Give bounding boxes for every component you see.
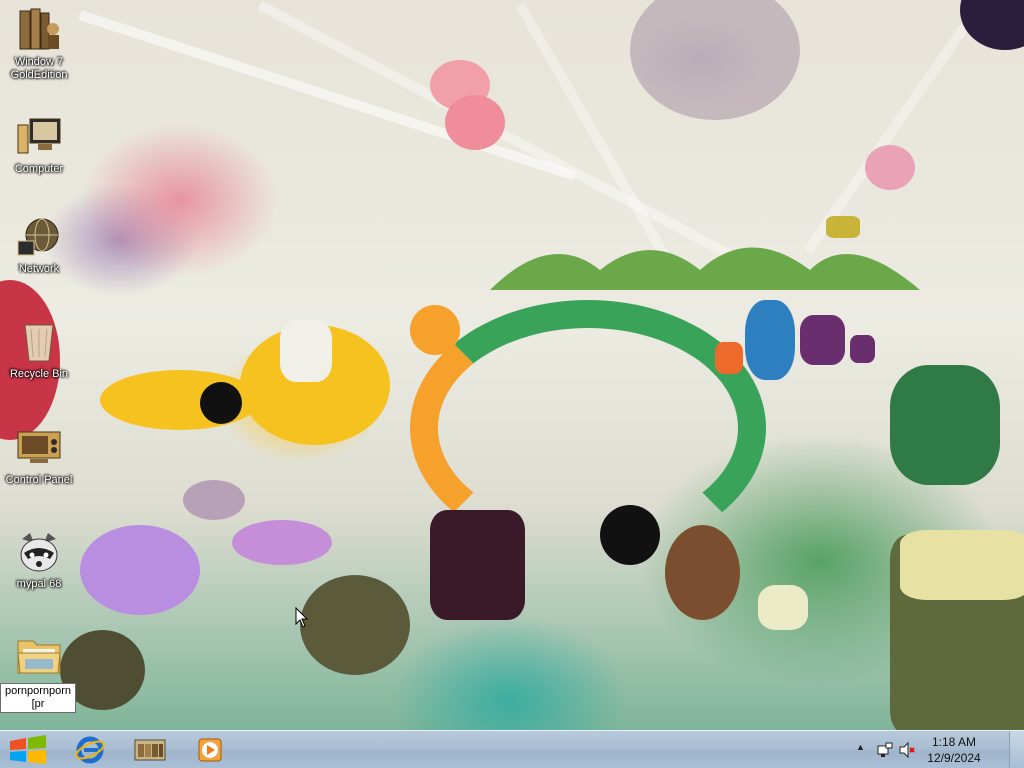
network-status-icon[interactable] (876, 741, 894, 759)
books-icon (15, 6, 63, 54)
desktop-icon-label: Computer (14, 163, 64, 175)
rename-input[interactable]: pornpornporn[pr (0, 683, 76, 713)
internet-explorer-icon (75, 736, 105, 764)
raccoon-icon (15, 528, 63, 576)
desktop-icon-label: Window 7 GoldEdition (10, 56, 68, 81)
taskbar-media-player[interactable] (184, 734, 236, 766)
library-icon (134, 739, 166, 761)
clock-date: 12/9/2024 (927, 751, 981, 765)
taskbar-internet-explorer[interactable] (64, 734, 116, 766)
worm-head (410, 305, 460, 355)
green-hills (490, 247, 920, 290)
desktop-icon-label: Control Panel (5, 474, 73, 486)
desktop-icon-network[interactable]: Network (1, 213, 77, 276)
desktop-icon-control-panel[interactable]: Control Panel (1, 424, 77, 487)
system-tray: ▲ 1:18 AM 12/9/2024 (854, 731, 1024, 768)
tray-expand-icon[interactable]: ▲ (856, 742, 865, 752)
show-desktop-button[interactable] (1009, 731, 1024, 768)
desktop-icon-label: mypal 68 (16, 578, 62, 590)
start-button[interactable] (2, 732, 54, 768)
folder-icon (15, 631, 63, 679)
desktop-icon-window7[interactable]: Window 7 GoldEdition (1, 6, 77, 82)
clock[interactable]: 1:18 AM 12/9/2024 (918, 734, 990, 766)
desktop-icon-label: Network (18, 263, 60, 275)
clock-time: 1:18 AM (931, 735, 977, 749)
network-icon (15, 213, 63, 261)
computer-icon (15, 113, 63, 161)
taskbar: ▲ 1:18 AM 12/9/2024 (0, 730, 1024, 768)
media-player-icon (198, 738, 222, 762)
desktop-icon-new-folder[interactable] (1, 631, 77, 679)
windows-logo-icon (10, 735, 46, 764)
desktop-icon-mypal[interactable]: mypal 68 (1, 528, 77, 591)
control-panel-icon (15, 424, 63, 472)
taskbar-library[interactable] (124, 734, 176, 766)
desktop[interactable]: Window 7 GoldEdition Computer Network Re… (0, 0, 1024, 730)
desktop-icon-label: Recycle Bin (9, 368, 69, 380)
volume-muted-icon[interactable] (898, 741, 916, 759)
desktop-icon-recycle-bin[interactable]: Recycle Bin (1, 318, 77, 381)
recycle-bin-icon (15, 318, 63, 366)
mouse-cursor-icon (295, 607, 309, 628)
desktop-icon-computer[interactable]: Computer (1, 113, 77, 176)
